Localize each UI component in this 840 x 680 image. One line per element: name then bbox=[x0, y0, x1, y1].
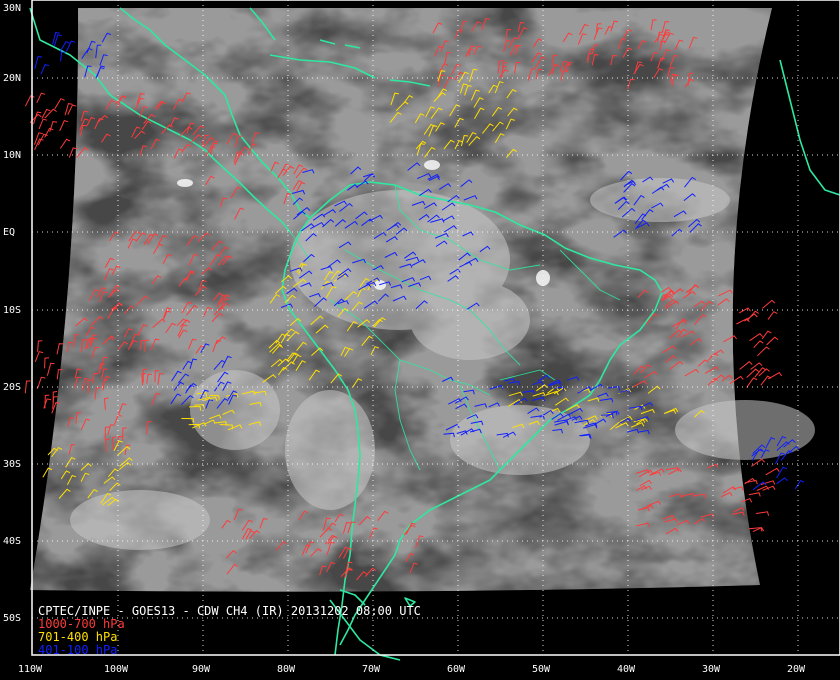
lat-label: 40S bbox=[3, 536, 21, 547]
lat-label: 50S bbox=[3, 613, 21, 624]
lat-label: 20N bbox=[3, 73, 21, 84]
wind-barb bbox=[739, 361, 753, 370]
caption-title: CPTEC/INPE - GOES13 - CDW CH4 (IR) 20131… bbox=[38, 604, 421, 618]
longitude-labels: 110W 100W 90W 80W 70W 60W 50W 40W 30W 20… bbox=[18, 664, 806, 675]
wind-barb bbox=[34, 56, 43, 69]
pressure-legend: 1000-700 hPa 701-400 hPa 401-100 hPa bbox=[38, 617, 125, 657]
wind-barb bbox=[746, 368, 760, 378]
wind-barb bbox=[67, 104, 77, 115]
wind-barb bbox=[59, 138, 71, 149]
wind-barb bbox=[37, 340, 43, 352]
legend-entry-high: 401-100 hPa bbox=[38, 643, 117, 657]
wind-barb bbox=[767, 372, 783, 380]
wind-barb bbox=[776, 477, 788, 485]
map-canvas: 30N 20N 10N EQ 10S 20S 30S 40S 50S 110W … bbox=[3, 0, 840, 675]
wind-barb bbox=[766, 336, 779, 346]
wind-barb bbox=[44, 394, 50, 409]
wind-barb bbox=[750, 362, 763, 370]
wind-barb bbox=[54, 98, 65, 109]
wind-barb bbox=[755, 511, 770, 516]
wind-barb bbox=[44, 127, 54, 138]
wind-barb bbox=[738, 307, 751, 314]
caption: CPTEC/INPE - GOES13 - CDW CH4 (IR) 20131… bbox=[38, 604, 421, 618]
wind-barb bbox=[36, 92, 46, 104]
wind-barb bbox=[34, 351, 44, 362]
wind-barb bbox=[794, 479, 805, 490]
wind-barb bbox=[776, 466, 787, 479]
wind-barb bbox=[752, 481, 767, 491]
wind-barb bbox=[746, 377, 758, 388]
wind-barb bbox=[748, 492, 761, 497]
wind-barb bbox=[744, 313, 758, 322]
wind-barb bbox=[751, 458, 765, 467]
wind-barb bbox=[59, 119, 69, 132]
lat-label: 10S bbox=[3, 305, 21, 316]
wind-barb bbox=[753, 340, 764, 349]
wind-barb bbox=[749, 333, 763, 342]
wind-barb bbox=[24, 380, 31, 394]
wind-barb bbox=[36, 376, 46, 390]
wind-barb bbox=[44, 357, 50, 369]
lon-label: 110W bbox=[18, 664, 43, 675]
lat-label: EQ bbox=[3, 227, 15, 238]
wind-barb bbox=[762, 299, 776, 309]
lon-label: 60W bbox=[447, 664, 466, 675]
lat-label: 10N bbox=[3, 150, 21, 161]
legend-entry-mid: 701-400 hPa bbox=[38, 630, 117, 644]
lat-label: 30S bbox=[3, 459, 21, 470]
wind-barb bbox=[736, 317, 750, 325]
lon-label: 70W bbox=[362, 664, 381, 675]
wind-barb bbox=[38, 118, 48, 130]
lon-label: 30W bbox=[702, 664, 721, 675]
latitude-labels: 30N 20N 10N EQ 10S 20S 30S 40S 50S bbox=[3, 3, 21, 624]
lon-label: 100W bbox=[104, 664, 129, 675]
lon-label: 80W bbox=[277, 664, 296, 675]
wind-barb bbox=[761, 330, 772, 340]
lon-label: 50W bbox=[532, 664, 551, 675]
wind-barb bbox=[24, 95, 35, 107]
wind-barb bbox=[49, 121, 58, 132]
wind-barb bbox=[46, 362, 55, 376]
satellite-map: 30N 20N 10N EQ 10S 20S 30S 40S 50S 110W … bbox=[0, 0, 840, 680]
wind-barb bbox=[765, 467, 780, 476]
wind-barb bbox=[60, 51, 66, 62]
lon-label: 40W bbox=[617, 664, 636, 675]
lon-label: 90W bbox=[192, 664, 211, 675]
lat-label: 20S bbox=[3, 382, 21, 393]
wind-barb bbox=[40, 64, 50, 75]
legend-entry-low: 1000-700 hPa bbox=[38, 617, 125, 631]
lat-label: 30N bbox=[3, 3, 21, 14]
wind-barb bbox=[767, 311, 778, 320]
wind-barb bbox=[757, 346, 770, 357]
wind-barb bbox=[53, 34, 62, 47]
lon-label: 20W bbox=[787, 664, 806, 675]
